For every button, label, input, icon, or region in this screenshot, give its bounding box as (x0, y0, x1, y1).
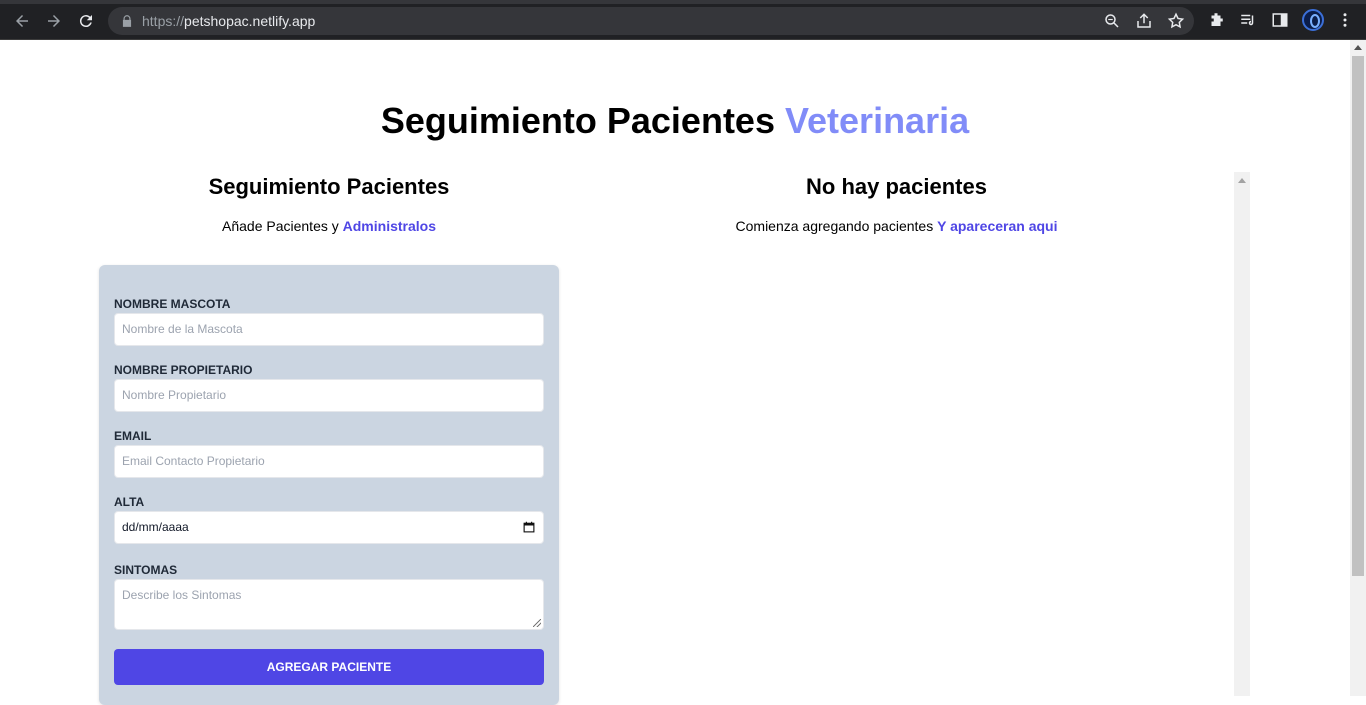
symptoms-label: SINTOMAS (114, 563, 178, 577)
symptoms-placeholder: Describe los Sintomas (122, 588, 242, 602)
address-bar[interactable]: https://petshopac.netlify.app (108, 7, 1194, 35)
forward-button[interactable] (43, 10, 65, 32)
page-title-main: Seguimiento Pacientes (380, 100, 775, 141)
list-scroll-up-icon[interactable] (1238, 178, 1246, 183)
owner-name-label: NOMBRE PROPIETARIO (114, 363, 253, 377)
list-subtitle-prefix: Comienza agregando pacientes (735, 218, 934, 234)
form-section-header: Seguimiento Pacientes Añade Pacientes y … (99, 170, 559, 234)
add-patient-button[interactable]: AGREGAR PACIENTE (114, 649, 544, 685)
forward-icon (48, 15, 60, 27)
scroll-up-arrow-icon[interactable] (1354, 45, 1362, 50)
email-label: EMAIL (114, 429, 152, 443)
extensions-icon[interactable] (1207, 11, 1225, 29)
zoom-icon[interactable] (1103, 12, 1121, 30)
pet-name-input[interactable]: Nombre de la Mascota (114, 313, 544, 346)
list-scrollbar[interactable] (1234, 172, 1250, 696)
share-icon[interactable] (1135, 12, 1153, 30)
email-input[interactable]: Email Contacto Propietario (114, 445, 544, 478)
page-title: Seguimiento Pacientes Veterinaria (0, 100, 1350, 142)
resize-handle-icon[interactable] (533, 619, 541, 627)
tab-strip (0, 0, 1366, 4)
star-icon[interactable] (1167, 12, 1185, 30)
reload-icon (79, 15, 92, 28)
kebab-menu-icon[interactable] (1336, 11, 1354, 29)
url-host: petshopac.netlify.app (184, 13, 316, 29)
owner-name-input[interactable]: Nombre Propietario (114, 379, 544, 412)
scrollbar-thumb[interactable] (1352, 56, 1364, 576)
page-title-accent: Veterinaria (785, 100, 970, 141)
list-section-title: No hay pacientes (806, 174, 987, 199)
url-text[interactable]: https://petshopac.netlify.app (142, 13, 315, 29)
patient-form: NOMBRE MASCOTA Nombre de la Mascota NOMB… (99, 265, 559, 705)
list-section-subtitle: Comienza agregando pacientes Y aparecera… (560, 218, 1233, 234)
date-value: dd/mm/aaaa (122, 520, 189, 534)
media-icon[interactable] (1239, 11, 1257, 29)
form-section-title: Seguimiento Pacientes (208, 174, 450, 199)
back-button[interactable] (11, 10, 33, 32)
reload-button[interactable] (75, 10, 97, 32)
discharge-date-label: ALTA (114, 495, 145, 509)
pet-name-label: NOMBRE MASCOTA (114, 297, 231, 311)
url-scheme: https:// (142, 13, 185, 29)
list-subtitle-highlight: Y apareceran aqui (937, 218, 1058, 234)
patient-list-section: No hay pacientes Comienza agregando paci… (560, 170, 1233, 234)
calendar-icon[interactable] (523, 521, 535, 533)
back-icon (16, 15, 28, 27)
sidepanel-icon[interactable] (1271, 11, 1289, 29)
page-scrollbar[interactable] (1350, 40, 1366, 696)
profile-avatar[interactable] (1302, 9, 1324, 31)
discharge-date-input[interactable]: dd/mm/aaaa (114, 511, 544, 544)
lock-icon (122, 15, 132, 27)
form-subtitle-prefix: Añade Pacientes y (222, 218, 339, 234)
symptoms-textarea[interactable]: Describe los Sintomas (114, 579, 544, 630)
browser-toolbar: https://petshopac.netlify.app (0, 0, 1366, 40)
form-section-subtitle: Añade Pacientes y Administralos (99, 218, 559, 234)
form-subtitle-highlight: Administralos (342, 218, 436, 234)
